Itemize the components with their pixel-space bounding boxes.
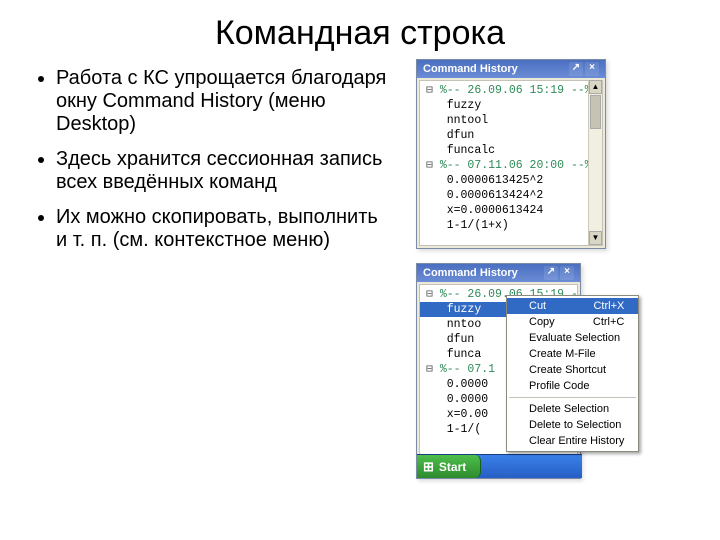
context-menu: Cut Ctrl+X Copy Ctrl+C Evaluate Selection Cre… bbox=[506, 295, 639, 452]
history-command[interactable]: dfun bbox=[420, 128, 602, 143]
menu-item-shortcut: Ctrl+C bbox=[593, 316, 624, 328]
command-history-panel-1: Command History ↗ × %-- 26.09.06 15:19 -… bbox=[416, 59, 606, 249]
history-command[interactable]: nntool bbox=[420, 113, 602, 128]
menu-item[interactable]: Create Shortcut bbox=[507, 362, 638, 378]
start-button[interactable]: ⊞ Start bbox=[417, 455, 481, 478]
taskbar: ⊞ Start bbox=[417, 454, 582, 478]
menu-item-label: Delete Selection bbox=[529, 403, 624, 415]
scroll-thumb[interactable] bbox=[590, 95, 601, 129]
panel-title-text: Command History bbox=[423, 267, 518, 279]
menu-item-shortcut: Ctrl+X bbox=[593, 300, 624, 312]
panel-titlebar[interactable]: Command History ↗ × bbox=[417, 264, 580, 282]
menu-item-label: Create Shortcut bbox=[529, 364, 624, 376]
menu-item[interactable]: Create M-File bbox=[507, 346, 638, 362]
session-header[interactable]: %-- 26.09.06 15:19 --% bbox=[420, 83, 602, 98]
history-command[interactable]: x=0.0000613424 bbox=[420, 203, 602, 218]
history-command[interactable]: 0.0000613425^2 bbox=[420, 173, 602, 188]
menu-item-label: Clear Entire History bbox=[529, 435, 624, 447]
menu-item[interactable]: Evaluate Selection bbox=[507, 330, 638, 346]
slide-title: Командная строка bbox=[0, 0, 720, 53]
menu-item-label: Delete to Selection bbox=[529, 419, 624, 431]
scrollbar[interactable]: ▲ ▼ bbox=[588, 80, 602, 245]
menu-item[interactable]: Delete Selection bbox=[507, 401, 638, 417]
menu-item[interactable]: Cut Ctrl+X bbox=[507, 298, 638, 314]
menu-item-label: Copy bbox=[529, 316, 563, 328]
scroll-down-icon[interactable]: ▼ bbox=[589, 231, 602, 245]
bullet-column: Работа с КС упрощается благодаря окну Co… bbox=[34, 67, 394, 264]
menu-item[interactable]: Profile Code bbox=[507, 378, 638, 394]
bullet-item: Их можно скопировать, выполнить и т. п. … bbox=[56, 206, 394, 252]
close-icon[interactable]: × bbox=[560, 266, 574, 280]
menu-item[interactable]: Clear Entire History bbox=[507, 433, 638, 449]
session-header[interactable]: %-- 07.11.06 20:00 --% bbox=[420, 158, 602, 173]
menu-item[interactable]: Delete to Selection bbox=[507, 417, 638, 433]
history-command[interactable]: 0.0000613424^2 bbox=[420, 188, 602, 203]
start-label: Start bbox=[439, 460, 466, 474]
undock-icon[interactable]: ↗ bbox=[569, 62, 583, 76]
close-icon[interactable]: × bbox=[585, 62, 599, 76]
history-command[interactable]: fuzzy bbox=[420, 98, 602, 113]
menu-separator bbox=[509, 397, 636, 398]
menu-item-label: Evaluate Selection bbox=[529, 332, 624, 344]
panel-titlebar[interactable]: Command History ↗ × bbox=[417, 60, 605, 78]
menu-item-label: Cut bbox=[529, 300, 563, 312]
menu-item[interactable]: Copy Ctrl+C bbox=[507, 314, 638, 330]
undock-icon[interactable]: ↗ bbox=[544, 266, 558, 280]
history-command[interactable]: 1-1/(1+x) bbox=[420, 218, 602, 233]
menu-item-label: Create M-File bbox=[529, 348, 624, 360]
bullet-item: Здесь хранится сессионная запись всех вв… bbox=[56, 148, 394, 194]
windows-flag-icon: ⊞ bbox=[423, 459, 434, 475]
bullet-item: Работа с КС упрощается благодаря окну Co… bbox=[56, 67, 394, 136]
menu-item-label: Profile Code bbox=[529, 380, 624, 392]
panel-title-text: Command History bbox=[423, 63, 518, 75]
history-command[interactable]: funcalc bbox=[420, 143, 602, 158]
scroll-up-icon[interactable]: ▲ bbox=[589, 80, 602, 94]
